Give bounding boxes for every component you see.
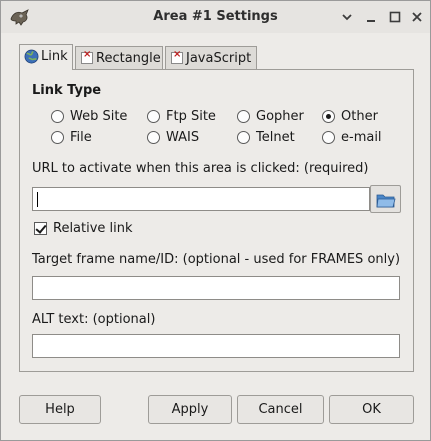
ok-button[interactable]: OK bbox=[329, 395, 414, 424]
radio-label: WAIS bbox=[166, 130, 200, 145]
radio-label: e-mail bbox=[341, 130, 382, 145]
relative-link-checkbox[interactable] bbox=[34, 222, 47, 235]
radio-indicator[interactable] bbox=[237, 131, 250, 144]
globe-icon bbox=[24, 49, 39, 64]
maximize-icon[interactable] bbox=[387, 9, 403, 25]
help-button[interactable]: Help bbox=[19, 395, 101, 424]
radio-label: File bbox=[70, 130, 92, 145]
dialog-window: Area #1 Settings Link Rectangle bbox=[0, 0, 431, 441]
url-input[interactable] bbox=[32, 187, 370, 211]
radio-label: Ftp Site bbox=[166, 109, 216, 124]
broken-image-icon bbox=[81, 49, 93, 64]
tab-rectangle-label: Rectangle bbox=[96, 51, 161, 66]
radio-label: Web Site bbox=[70, 109, 128, 124]
radio-label: Telnet bbox=[256, 130, 295, 145]
alt-input[interactable] bbox=[32, 334, 400, 358]
radio-label: Other bbox=[341, 109, 378, 124]
text-caret bbox=[37, 192, 38, 207]
radio-indicator[interactable] bbox=[322, 131, 335, 144]
radio-indicator[interactable] bbox=[322, 110, 335, 123]
minimize-icon[interactable] bbox=[363, 9, 379, 25]
radio-indicator[interactable] bbox=[147, 110, 160, 123]
chevron-down-icon[interactable] bbox=[339, 9, 355, 25]
folder-icon bbox=[376, 194, 396, 208]
radio-indicator[interactable] bbox=[237, 110, 250, 123]
radio-indicator[interactable] bbox=[51, 110, 64, 123]
target-label: Target frame name/ID: (optional - used f… bbox=[32, 252, 401, 267]
apply-button[interactable]: Apply bbox=[148, 395, 232, 424]
radio-label: Gopher bbox=[256, 109, 304, 124]
target-input[interactable] bbox=[32, 276, 400, 300]
radio-indicator[interactable] bbox=[147, 131, 160, 144]
tab-rectangle[interactable]: Rectangle bbox=[75, 46, 163, 69]
link-type-heading: Link Type bbox=[32, 83, 102, 98]
cancel-button[interactable]: Cancel bbox=[237, 395, 324, 424]
browse-button[interactable] bbox=[370, 185, 401, 213]
broken-image-icon bbox=[171, 49, 183, 64]
close-icon[interactable] bbox=[409, 9, 425, 25]
tab-link[interactable]: Link bbox=[19, 44, 73, 70]
tab-link-label: Link bbox=[41, 49, 68, 64]
title-bar[interactable]: Area #1 Settings bbox=[1, 1, 430, 33]
tab-javascript[interactable]: JavaScript bbox=[165, 46, 257, 69]
relative-link-label: Relative link bbox=[53, 221, 133, 236]
tab-javascript-label: JavaScript bbox=[186, 51, 252, 66]
radio-indicator[interactable] bbox=[51, 131, 64, 144]
alt-label: ALT text: (optional) bbox=[32, 312, 156, 327]
url-label: URL to activate when this area is clicke… bbox=[32, 161, 369, 176]
